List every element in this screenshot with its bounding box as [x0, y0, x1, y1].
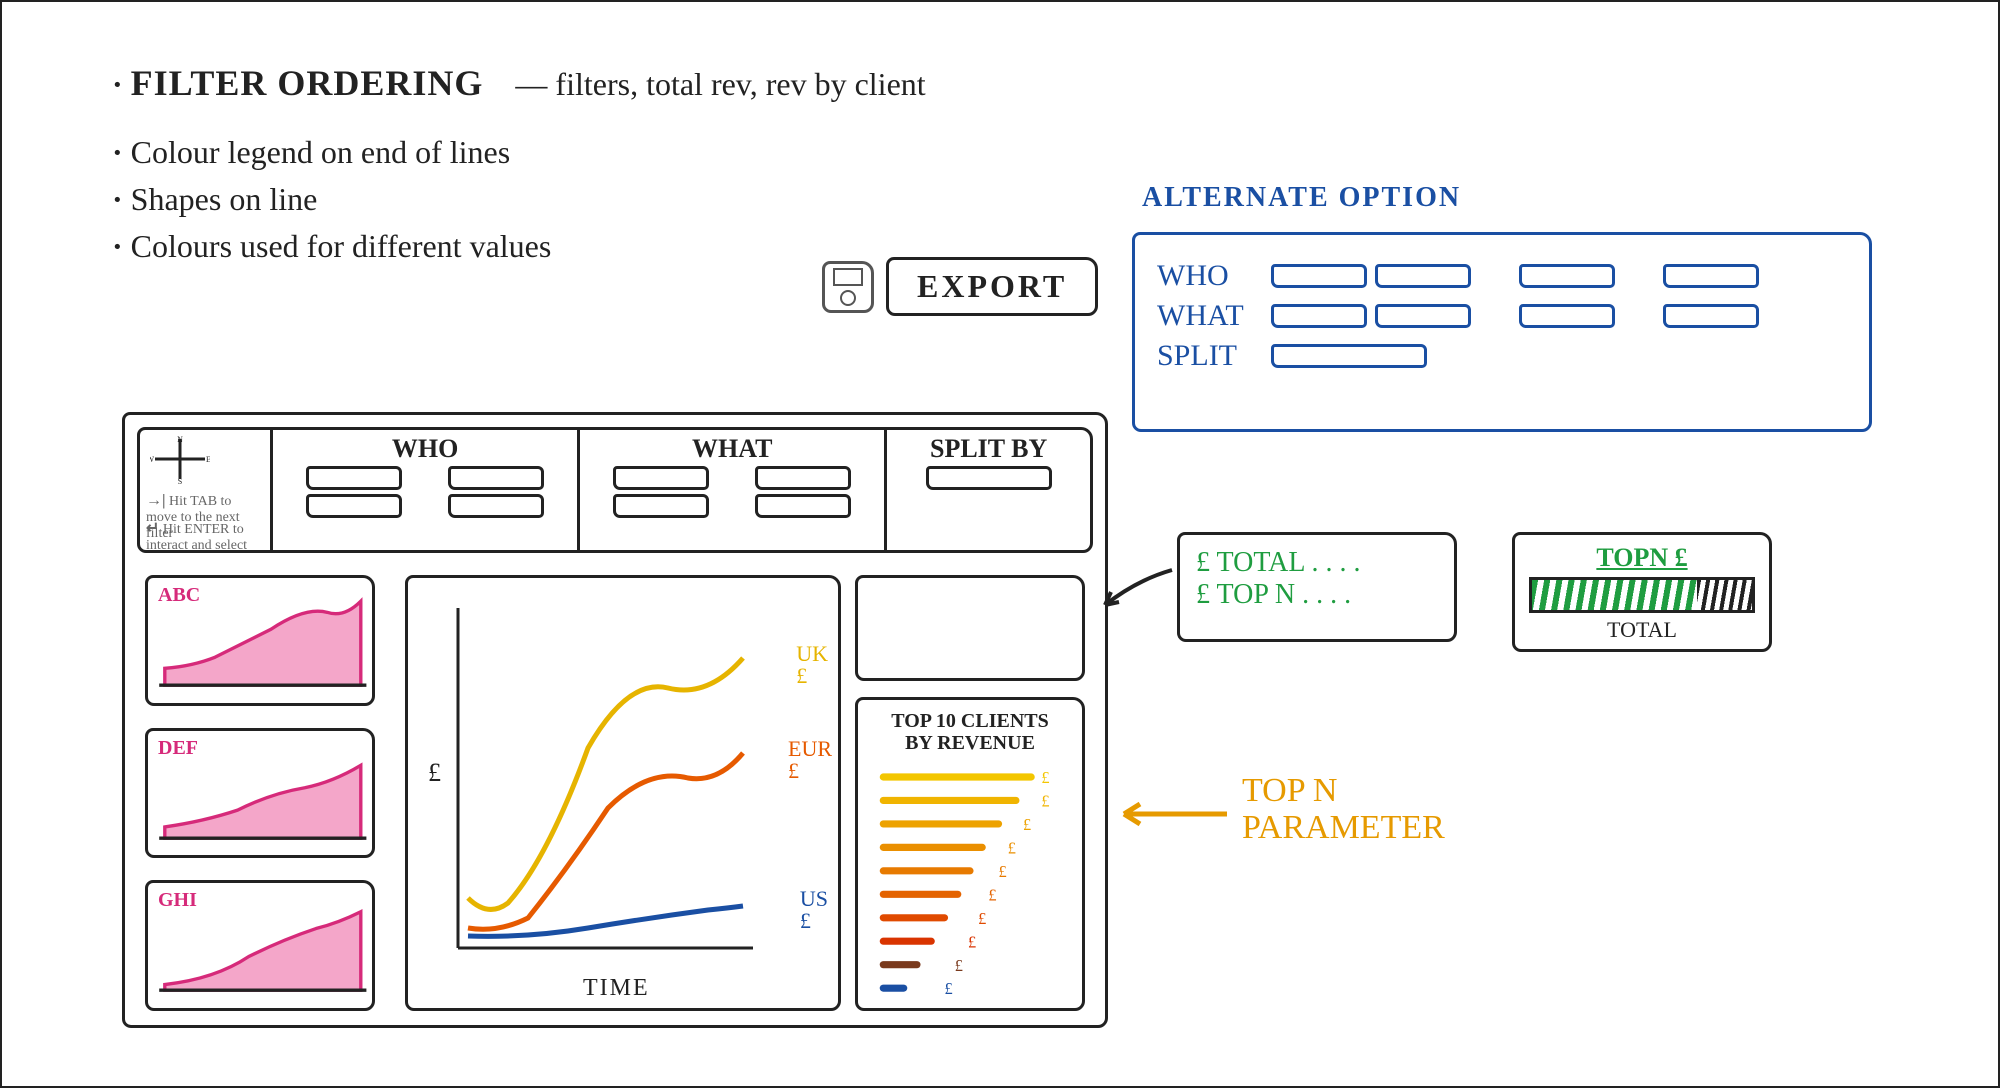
alt-row-who-label: WHO	[1157, 259, 1267, 293]
kpi-box[interactable]	[855, 575, 1085, 681]
main-y-label: £	[428, 758, 441, 788]
export-button[interactable]: EXPORT	[886, 257, 1098, 316]
alt-who-filter-4[interactable]	[1663, 264, 1759, 288]
svg-text:S: S	[178, 477, 182, 484]
legend-uk: UK £	[796, 643, 828, 687]
sm-chart-def[interactable]: DEF	[145, 728, 375, 859]
note-bullet-1: Colour legend on end of lines	[112, 134, 926, 171]
main-line-chart[interactable]: £ TIME UK £ EUR £ US £	[405, 575, 841, 1011]
svg-text:£: £	[945, 979, 953, 998]
alt-who-filter-2[interactable]	[1375, 264, 1471, 288]
sm-chart-ghi[interactable]: GHI	[145, 880, 375, 1011]
alt-split-filter-1[interactable]	[1271, 344, 1427, 368]
svg-text:£: £	[1041, 768, 1049, 787]
filter-what-1[interactable]	[613, 466, 709, 490]
compass-icon: N S W E	[150, 434, 210, 484]
sm-chart-abc[interactable]: ABC	[145, 575, 375, 706]
filter-what-3[interactable]	[755, 466, 851, 490]
alt-row-split-label: SPLIT	[1157, 339, 1267, 373]
filter-who-1[interactable]	[306, 466, 402, 490]
alt-who-filter-1[interactable]	[1271, 264, 1367, 288]
topn-total-label: TOTAL	[1529, 617, 1755, 643]
alt-what-filter-4[interactable]	[1663, 304, 1759, 328]
top-clients-panel[interactable]: TOP 10 CLIENTS BY REVENUE £ £ £ £ £ £ £ …	[855, 697, 1085, 1011]
svg-text:£: £	[999, 862, 1007, 881]
main-chart-svg	[408, 578, 838, 1008]
alt-what-filter-2[interactable]	[1375, 304, 1471, 328]
small-multiples: ABC DEF GHI	[145, 575, 375, 1011]
alt-what-filter-3[interactable]	[1519, 304, 1615, 328]
filter-who-4[interactable]	[448, 494, 544, 518]
svg-text:£: £	[955, 956, 963, 975]
alternate-option-title: ALTERNATE OPTION	[1142, 182, 1461, 214]
alt-row-what-label: WHAT	[1157, 299, 1267, 333]
note-heading: FILTER ORDERING — filters, total rev, re…	[112, 62, 926, 104]
save-icon	[822, 261, 874, 313]
svg-text:W: W	[150, 455, 154, 464]
topn-bar-rest	[1697, 580, 1752, 610]
topn-param-annotation: TOP N PARAMETER	[1242, 772, 1445, 847]
filter-what-section: WHAT	[580, 430, 887, 550]
top-clients-bars: £ £ £ £ £ £ £ £ £ £	[868, 760, 1072, 998]
filter-who-title: WHO	[283, 434, 567, 464]
notes-block: FILTER ORDERING — filters, total rev, re…	[112, 62, 926, 265]
export-group: EXPORT	[822, 257, 1098, 316]
svg-text:£: £	[968, 932, 976, 951]
sm-ghi-area	[148, 883, 372, 1008]
top-clients-title: TOP 10 CLIENTS BY REVENUE	[868, 710, 1072, 754]
note-heading-sub: — filters, total rev, rev by client	[515, 66, 925, 102]
dashboard-frame: N S W E →| Hit TAB to move to the next f…	[122, 412, 1108, 1028]
alt-who-filter-3[interactable]	[1519, 264, 1615, 288]
svg-text:£: £	[978, 909, 986, 928]
filter-bar: N S W E →| Hit TAB to move to the next f…	[137, 427, 1093, 553]
legend-eur: EUR £	[788, 738, 832, 782]
nav-cell: N S W E →| Hit TAB to move to the next f…	[140, 430, 273, 550]
filter-what-4[interactable]	[755, 494, 851, 518]
legend-us: US £	[800, 888, 828, 932]
nav-hint-enter: ↵ Hit ENTER to interact and select	[146, 518, 266, 554]
filter-split-title: SPLIT BY	[897, 434, 1080, 464]
topn-proportion-callout: TOPN £ TOTAL	[1512, 532, 1772, 652]
note-bullet-2: Shapes on line	[112, 181, 926, 218]
topn-line: £ TOP N . . . .	[1196, 579, 1438, 611]
arrow-to-totals-icon	[1097, 560, 1177, 620]
sm-abc-area	[148, 578, 372, 703]
filter-who-section: WHO	[273, 430, 580, 550]
filter-split-1[interactable]	[926, 466, 1052, 490]
filter-what-title: WHAT	[590, 434, 874, 464]
total-line: £ TOTAL . . . .	[1196, 547, 1438, 579]
alt-what-filter-1[interactable]	[1271, 304, 1367, 328]
filter-who-3[interactable]	[448, 466, 544, 490]
filter-what-2[interactable]	[613, 494, 709, 518]
svg-text:£: £	[1041, 792, 1049, 811]
sm-def-area	[148, 731, 372, 856]
totals-callout: £ TOTAL . . . . £ TOP N . . . .	[1177, 532, 1457, 642]
svg-text:£: £	[1023, 815, 1031, 834]
main-x-label: TIME	[583, 975, 650, 1002]
svg-text:£: £	[1008, 839, 1016, 858]
arrow-topn-param-icon	[1112, 792, 1232, 842]
svg-text:N: N	[177, 435, 183, 444]
filter-split-section: SPLIT BY	[887, 430, 1090, 550]
svg-text:£: £	[988, 885, 996, 904]
note-bullet-3: Colours used for different values	[112, 228, 926, 265]
svg-text:E: E	[206, 455, 210, 464]
filter-who-2[interactable]	[306, 494, 402, 518]
alternate-option-panel: WHO WHAT SPLIT	[1132, 232, 1872, 432]
note-heading-main: FILTER ORDERING	[131, 63, 484, 103]
topn-badge: TOPN £	[1529, 543, 1755, 573]
topn-bar-fill	[1532, 580, 1697, 610]
